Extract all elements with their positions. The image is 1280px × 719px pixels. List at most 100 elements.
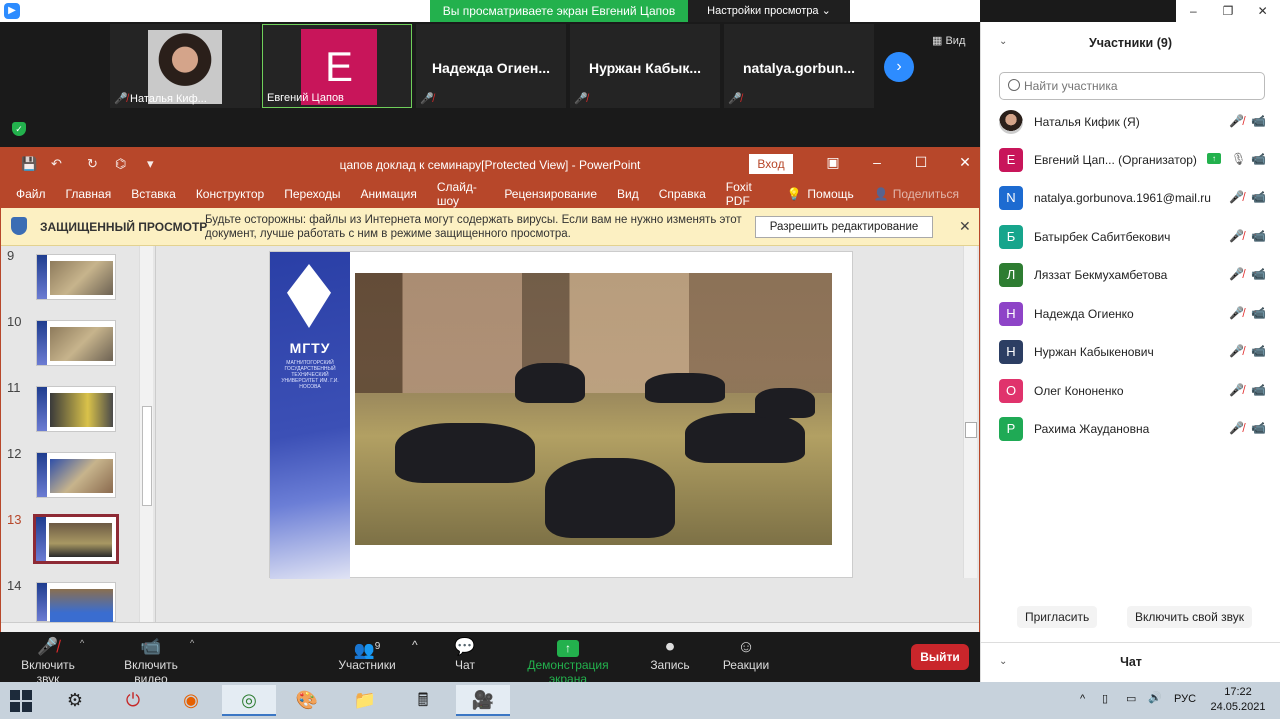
start-video-button[interactable]: 📹 Включить видео ^ [106, 636, 196, 686]
view-settings-button[interactable]: Настройки просмотра ⌄ [688, 0, 850, 22]
video-off-icon[interactable]: 📹 [1251, 344, 1266, 358]
zoom-app-icon[interactable]: 🎥 [456, 685, 510, 716]
participant-row[interactable]: Н Нуржан Кабыкенович 🎤̸ 📹 [981, 334, 1280, 372]
tab-view[interactable]: Вид [617, 187, 639, 201]
tab-design[interactable]: Конструктор [196, 187, 264, 201]
video-tile[interactable]: Надежда Огиен... 🎤̸ [416, 24, 566, 108]
minimize-button[interactable]: – [1176, 0, 1211, 22]
thumbnail-scrollbar[interactable] [139, 246, 153, 622]
next-page-button[interactable]: › [884, 52, 914, 82]
video-tile[interactable]: 🎤̸ Наталья Киф... [110, 24, 260, 108]
network-icon[interactable]: ▯ [1102, 692, 1108, 705]
slide-thumbnail[interactable] [36, 582, 116, 623]
chevron-up-icon[interactable]: ^ [190, 638, 194, 648]
mic-off-icon[interactable]: 🎤̸ [1229, 229, 1244, 243]
mic-off-icon[interactable]: 🎤̸ [1229, 344, 1244, 358]
chevron-up-icon[interactable]: ^ [80, 638, 84, 648]
close-window-button[interactable]: ✕ [1245, 0, 1280, 22]
slide-thumbnail[interactable] [36, 452, 116, 498]
mic-off-icon[interactable]: 🎤̸ [1229, 190, 1244, 204]
windows-start-button[interactable] [10, 690, 32, 712]
tab-transitions[interactable]: Переходы [284, 187, 340, 201]
clock[interactable]: 17:22 24.05.2021 [1208, 685, 1268, 715]
power-app-icon[interactable]: ⏻ [106, 685, 160, 716]
record-button[interactable]: ⏺ Запись [648, 636, 692, 672]
slide-thumbnail[interactable] [36, 254, 116, 300]
paint-icon[interactable]: 🎨 [280, 685, 334, 716]
mic-off-icon[interactable]: 🎤̸ [1229, 421, 1244, 435]
view-button[interactable]: ▦ Вид [932, 34, 965, 47]
slide-thumbnail-active[interactable] [33, 514, 119, 564]
firefox-icon[interactable]: ◉ [164, 685, 218, 716]
participant-row[interactable]: О Олег Кононенко 🎤̸ 📹 [981, 373, 1280, 411]
slide-thumbnail[interactable] [36, 320, 116, 366]
tab-insert[interactable]: Вставка [131, 187, 176, 201]
video-off-icon[interactable]: 📹 [1251, 383, 1266, 397]
chrome-icon[interactable]: ◎ [222, 685, 276, 716]
scrollbar-thumb[interactable] [965, 422, 977, 438]
chat-section-header[interactable]: ⌄ Чат [981, 642, 1280, 682]
close-icon[interactable]: ✕ [959, 218, 971, 235]
tab-home[interactable]: Главная [66, 187, 112, 201]
chat-button[interactable]: 💬 Чат [444, 636, 486, 672]
slide-scrollbar[interactable] [963, 246, 977, 578]
calculator-icon[interactable]: 🖩 [396, 685, 450, 716]
folder-icon[interactable]: 📁 [338, 685, 392, 716]
participant-row[interactable]: Р Рахима Жаудановна 🎤̸ 📹 [981, 411, 1280, 449]
lightbulb-icon: 💡 [786, 187, 802, 201]
mic-off-icon[interactable]: 🎤̸ [1229, 114, 1244, 128]
participant-row[interactable]: Н Надежда Огиенко 🎤̸ 📹 [981, 296, 1280, 334]
leave-button[interactable]: Выйти [911, 644, 969, 670]
mic-off-icon[interactable]: 🎤̸ [1229, 383, 1244, 397]
restore-button[interactable]: ❐ [1211, 0, 1246, 22]
video-off-icon[interactable]: 📹 [1251, 114, 1266, 128]
mic-icon[interactable]: 🎙 [1231, 152, 1246, 166]
participants-button[interactable]: 👥9 Участники [336, 636, 398, 672]
tab-file[interactable]: Файл [16, 187, 46, 201]
video-off-icon[interactable]: 📹 [1251, 152, 1266, 166]
mic-off-icon[interactable]: 🎤̸ [1229, 267, 1244, 281]
video-off-icon[interactable]: 📹 [1251, 267, 1266, 281]
volume-icon[interactable]: 🔊 [1148, 691, 1162, 704]
participant-row[interactable]: N natalya.gorbunova.1961@mail.ru 🎤̸ 📹 [981, 180, 1280, 218]
ppt-minimize-icon[interactable]: – [855, 154, 899, 171]
tab-review[interactable]: Рецензирование [504, 187, 597, 201]
tab-foxit[interactable]: Foxit PDF [726, 180, 767, 208]
video-off-icon[interactable]: 📹 [1251, 190, 1266, 204]
tab-help[interactable]: Справка [659, 187, 706, 201]
video-tile[interactable]: Нуржан Кабык... 🎤̸ [570, 24, 720, 108]
video-off-icon[interactable]: 📹 [1251, 421, 1266, 435]
participant-row[interactable]: Л Ляззат Бекмухамбетова 🎤̸ 📹 [981, 257, 1280, 295]
mic-off-icon[interactable]: 🎤̸ [1229, 306, 1244, 320]
ribbon-display-icon[interactable]: ▣ [811, 154, 855, 171]
participant-search-input[interactable] [1024, 74, 1258, 98]
chevron-up-icon[interactable]: ^ [1080, 693, 1085, 705]
tab-help-search[interactable]: Помощь [807, 187, 853, 201]
participant-row[interactable]: Наталья Кифик (Я) 🎤̸ 📹 [981, 104, 1280, 142]
ppt-maximize-icon[interactable]: ☐ [899, 154, 943, 171]
video-tile-active-speaker[interactable]: E Евгений Цапов [262, 24, 412, 108]
photo-figure [645, 373, 725, 403]
scrollbar-thumb[interactable] [142, 406, 152, 506]
tab-slideshow[interactable]: Слайд-шоу [437, 180, 484, 208]
language-indicator[interactable]: РУС [1174, 693, 1196, 705]
tab-animations[interactable]: Анимация [361, 187, 417, 201]
participant-row[interactable]: Е Евгений Цап... (Организатор) ↑ 🎙 📹 [981, 142, 1280, 180]
video-off-icon[interactable]: 📹 [1251, 229, 1266, 243]
share-screen-button[interactable]: ↑ Демонстрация экрана [508, 636, 628, 686]
unmute-self-button[interactable]: Включить свой звук [1127, 606, 1252, 628]
share-link[interactable]: Поделиться [893, 187, 959, 201]
video-off-icon[interactable]: 📹 [1251, 306, 1266, 320]
reactions-button[interactable]: ☺ Реакции [720, 636, 772, 672]
battery-icon[interactable]: ▭ [1126, 692, 1136, 705]
video-tile[interactable]: natalya.gorbun... 🎤̸ [724, 24, 874, 108]
login-button[interactable]: Вход [749, 154, 793, 174]
slide-thumbnail[interactable] [36, 386, 116, 432]
invite-button[interactable]: Пригласить [1017, 606, 1098, 628]
enable-editing-button[interactable]: Разрешить редактирование [755, 216, 933, 238]
settings-app-icon[interactable]: ⚙ [48, 685, 102, 716]
participant-row[interactable]: Б Батырбек Сабитбекович 🎤̸ 📹 [981, 219, 1280, 257]
unmute-button[interactable]: 🎤̸ Включить звук ^ [8, 636, 88, 686]
chevron-up-icon[interactable]: ^ [412, 638, 418, 652]
encryption-shield-icon[interactable]: ✓ [12, 122, 26, 136]
